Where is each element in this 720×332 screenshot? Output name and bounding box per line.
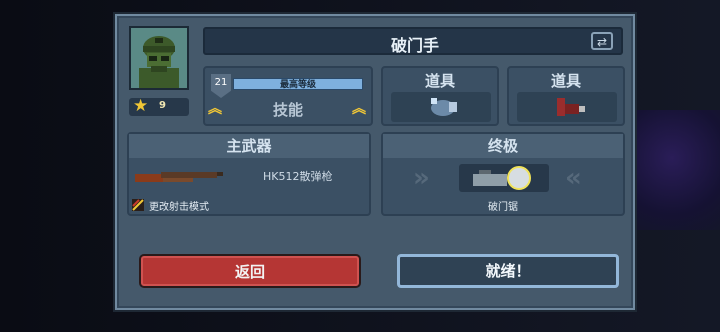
breach-saw-icon bbox=[473, 166, 531, 190]
ultimate-art bbox=[459, 164, 549, 192]
skills-label: 技能 bbox=[272, 101, 303, 119]
fire-mode-label: 更改射击模式 bbox=[149, 202, 209, 213]
grenade-icon bbox=[431, 98, 457, 116]
primary-weapon-name: HK512散弹枪 bbox=[263, 170, 333, 183]
star-count: 9 bbox=[159, 100, 166, 111]
primary-weapon-header: 主武器 bbox=[129, 134, 369, 158]
hero-avatar[interactable] bbox=[129, 26, 189, 90]
ultimate-header: 终极 bbox=[383, 134, 623, 158]
item-slot-art bbox=[517, 92, 617, 122]
item-slot-1[interactable]: 道具 bbox=[381, 66, 499, 126]
ultimate-name: 破门锯 bbox=[488, 202, 518, 213]
primary-weapon-box[interactable]: 主武器 HK512散弹枪 更改射击模式 bbox=[127, 132, 371, 216]
chevron-right-icon: » bbox=[413, 163, 430, 193]
swap-hero-icon[interactable]: ⇄ bbox=[591, 32, 613, 50]
item-slot-2[interactable]: 道具 bbox=[507, 66, 625, 126]
back-button[interactable]: 返回 bbox=[141, 256, 359, 286]
chevron-up-icon: ︽ bbox=[352, 101, 366, 117]
loadout-panel: ★ 9 破门手 ⇄ 21 最高等级 技能 ︽ ︽ 道具 道具 主武器 HK512… bbox=[115, 14, 635, 310]
hero-name: 破门手 bbox=[390, 36, 439, 55]
hero-name-bar: 破门手 ⇄ bbox=[203, 27, 623, 55]
ready-button[interactable]: 就绪！ bbox=[397, 254, 619, 288]
star-counter: ★ 9 bbox=[129, 96, 189, 116]
ammo-icon bbox=[557, 98, 585, 116]
chevron-left-icon: « bbox=[565, 163, 582, 193]
soldier-portrait-icon bbox=[131, 28, 187, 88]
star-icon: ★ bbox=[133, 96, 149, 116]
item-slot-art bbox=[391, 92, 491, 122]
ultimate-box[interactable]: 终极 » « 破门锯 bbox=[381, 132, 625, 216]
shotgun-icon bbox=[135, 172, 223, 182]
item-slot-label: 道具 bbox=[424, 72, 455, 90]
fire-mode-icon bbox=[132, 199, 144, 211]
item-slot-label: 道具 bbox=[550, 72, 581, 90]
level-badge: 21 bbox=[211, 74, 231, 98]
level-bar: 最高等级 bbox=[233, 78, 363, 90]
fire-mode-toggle[interactable]: 更改射击模式 bbox=[132, 198, 209, 213]
level-skills-box[interactable]: 21 最高等级 技能 ︽ ︽ bbox=[203, 66, 373, 126]
chevron-up-icon: ︽ bbox=[208, 101, 222, 117]
